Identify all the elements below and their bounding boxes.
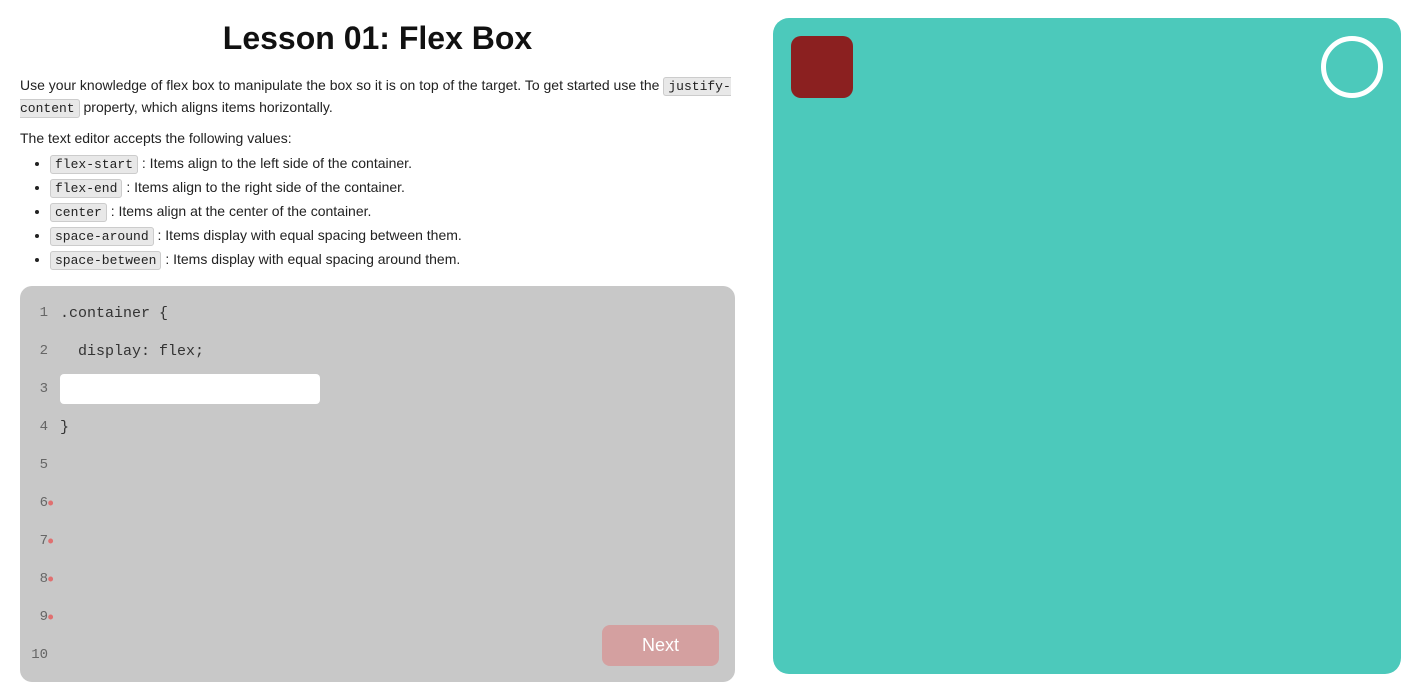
code-line-4: 4 } [20, 408, 735, 446]
list-item-center: center : Items align at the center of th… [50, 200, 735, 224]
code-line-2: 2 display: flex; [20, 332, 735, 370]
editor-inner: 1 .container { 2 display: flex; 3 4 } [20, 286, 735, 682]
line-number-4: 4 [20, 419, 60, 435]
next-button[interactable]: Next [602, 625, 719, 666]
intro-text-after: property, which aligns items horizontall… [84, 99, 333, 115]
flex-end-desc: : Items align to the right side of the c… [126, 179, 405, 195]
right-panel [755, 0, 1419, 692]
line-number-7: 7 • [20, 533, 60, 549]
flex-start-code: flex-start [50, 155, 138, 174]
line-content-1: .container { [60, 305, 735, 322]
line-content-2: display: flex; [60, 343, 735, 360]
line-number-1: 1 [20, 305, 60, 321]
flex-start-desc: : Items align to the left side of the co… [142, 155, 412, 171]
left-panel: Lesson 01: Flex Box Use your knowledge o… [0, 0, 755, 692]
line-number-3: 3 [20, 381, 60, 397]
center-code: center [50, 203, 107, 222]
line-number-8: 8 • [20, 571, 60, 587]
line-number-9: 9 • [20, 609, 60, 625]
center-desc: : Items align at the center of the conta… [111, 203, 372, 219]
line-number-5: 5 [20, 457, 60, 473]
intro-paragraph: Use your knowledge of flex box to manipu… [20, 75, 735, 118]
space-between-desc: : Items display with equal spacing aroun… [165, 251, 460, 267]
values-heading: The text editor accepts the following va… [20, 130, 735, 146]
list-item-flex-end: flex-end : Items align to the right side… [50, 176, 735, 200]
space-around-desc: : Items display with equal spacing betwe… [158, 227, 462, 243]
line-number-10: 10 [20, 647, 60, 663]
flex-end-code: flex-end [50, 179, 122, 198]
list-item-space-around: space-around : Items display with equal … [50, 224, 735, 248]
preview-target-circle [1321, 36, 1383, 98]
code-editor: 1 .container { 2 display: flex; 3 4 } [20, 286, 735, 682]
code-line-5: 5 [20, 446, 735, 484]
preview-container [773, 18, 1401, 674]
code-line-6: 6 • [20, 484, 735, 522]
code-lines: 1 .container { 2 display: flex; 3 4 } [20, 286, 735, 682]
line-number-6: 6 • [20, 495, 60, 511]
lesson-title: Lesson 01: Flex Box [20, 20, 735, 57]
values-list: flex-start : Items align to the left sid… [20, 152, 735, 272]
space-around-code: space-around [50, 227, 154, 246]
code-line-8: 8 • [20, 560, 735, 598]
list-item-flex-start: flex-start : Items align to the left sid… [50, 152, 735, 176]
preview-movable-box [791, 36, 853, 98]
intro-text-before: Use your knowledge of flex box to manipu… [20, 77, 659, 93]
line-number-2: 2 [20, 343, 60, 359]
space-between-code: space-between [50, 251, 161, 270]
line-content-4: } [60, 419, 735, 436]
code-line-7: 7 • [20, 522, 735, 560]
code-line-3[interactable]: 3 [20, 370, 735, 408]
code-input[interactable] [60, 374, 320, 404]
list-item-space-between: space-between : Items display with equal… [50, 248, 735, 272]
code-line-1: 1 .container { [20, 294, 735, 332]
